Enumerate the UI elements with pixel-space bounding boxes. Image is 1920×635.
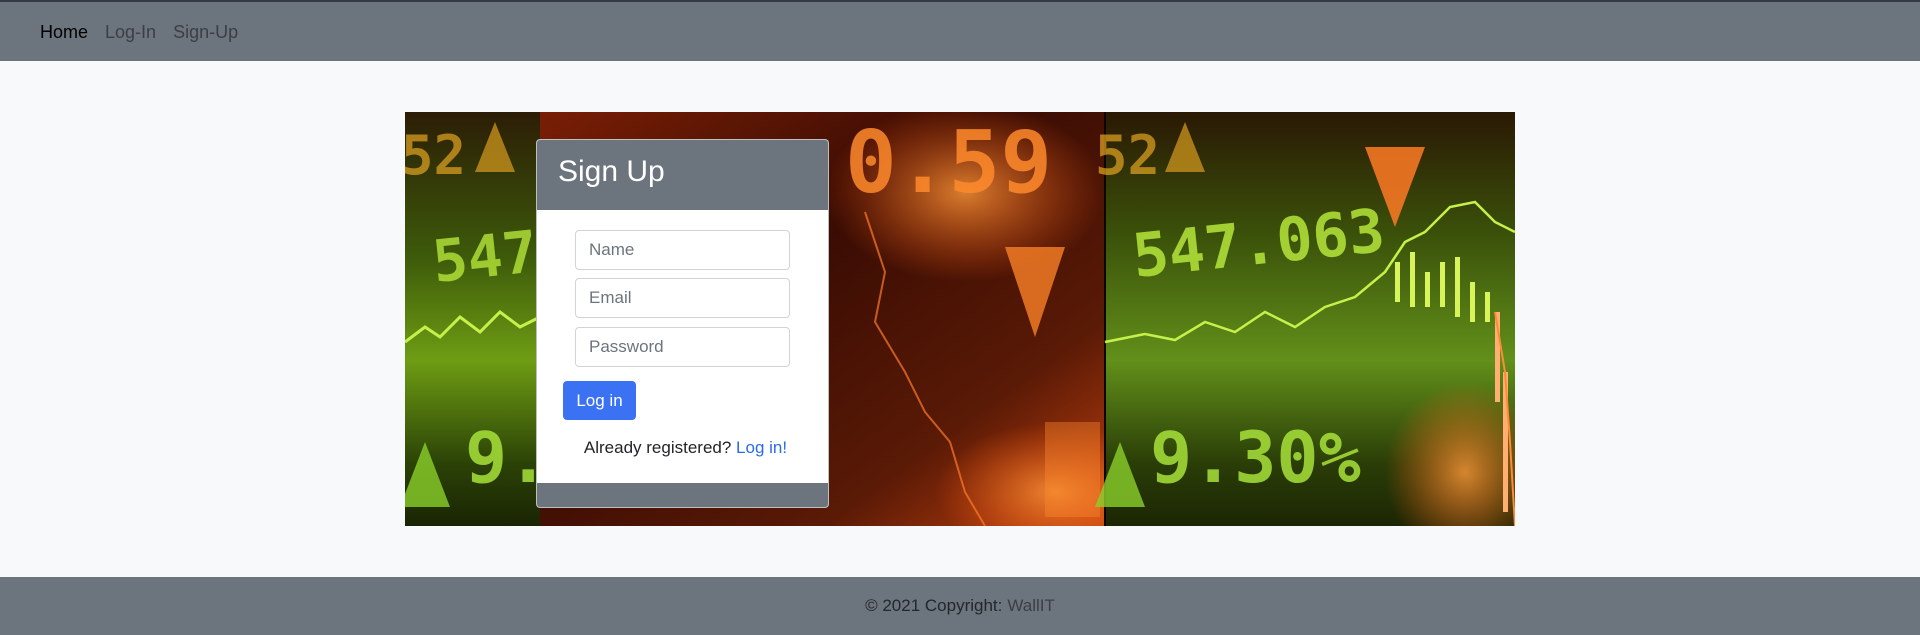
page-footer: © 2021 Copyright: WallIT bbox=[0, 577, 1920, 635]
footer-brand-link[interactable]: WallIT bbox=[1007, 596, 1055, 616]
nav-home-link[interactable]: Home bbox=[40, 23, 88, 41]
ticker-mid-1: 0.59 bbox=[845, 113, 1052, 213]
already-registered-line: Already registered? Log in! bbox=[537, 438, 828, 458]
signup-card-title: Sign Up bbox=[537, 140, 828, 210]
ticker-left-1: 52 bbox=[405, 124, 466, 187]
signup-card: Sign Up Log in Already registered? Log i… bbox=[536, 139, 829, 508]
password-input[interactable] bbox=[575, 327, 790, 367]
login-link[interactable]: Log in! bbox=[736, 438, 787, 457]
ticker-right-3: 9.30% bbox=[1150, 417, 1361, 499]
email-input[interactable] bbox=[575, 278, 790, 318]
nav-signup-link[interactable]: Sign-Up bbox=[173, 23, 238, 41]
nav-login-link[interactable]: Log-In bbox=[105, 23, 156, 41]
top-navbar: Home Log-In Sign-Up bbox=[0, 0, 1920, 61]
copyright-text: © 2021 Copyright: bbox=[865, 596, 1003, 615]
ticker-right-1: 52 bbox=[1095, 124, 1160, 187]
already-registered-text: Already registered? bbox=[583, 438, 732, 457]
name-input[interactable] bbox=[575, 230, 790, 270]
signup-form: Log in Already registered? Log in! bbox=[537, 210, 828, 483]
ticker-left-2: 547 bbox=[429, 217, 540, 296]
login-submit-button[interactable]: Log in bbox=[563, 381, 636, 420]
signup-card-footer bbox=[537, 483, 828, 507]
